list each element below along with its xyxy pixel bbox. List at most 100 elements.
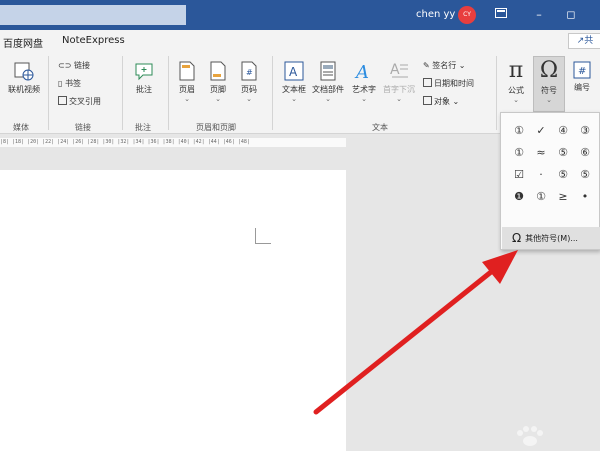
symbol-cell[interactable]: ☑ <box>509 165 529 185</box>
symbol-cell[interactable]: · <box>531 165 551 185</box>
symbol-cell[interactable]: ⑥ <box>575 143 595 163</box>
document-parts-button[interactable]: 文档部件 ⌄ <box>310 60 346 103</box>
ruler-ticks: |8| |18| |20| |22| |24| |26| |28| |30| |… <box>0 138 346 147</box>
tab-noteexpress[interactable]: NoteExpress <box>62 35 125 46</box>
bookmark-button[interactable]: ▯ 书签 <box>58 78 81 89</box>
symbol-cell[interactable]: ① <box>509 121 529 141</box>
avatar[interactable]: CY <box>458 6 476 24</box>
numbering-icon: # <box>573 61 591 79</box>
chevron-down-icon: ⌄ <box>215 95 221 103</box>
group-label-media: 媒体 <box>13 123 29 132</box>
cross-reference-label: 交叉引用 <box>69 97 101 106</box>
symbol-cell[interactable]: ⑤ <box>553 165 573 185</box>
symbol-label: 符号 <box>541 86 557 95</box>
numbering-label: 编号 <box>574 83 590 92</box>
chevron-down-icon: ⌄ <box>291 95 297 103</box>
svg-text:#: # <box>246 68 253 77</box>
textbox-icon: A <box>284 61 304 81</box>
symbol-cell[interactable]: ✓ <box>531 121 551 141</box>
svg-text:A: A <box>390 62 400 78</box>
more-symbols-menu-item[interactable]: Ω 其他符号(M)... <box>502 227 600 249</box>
header-button[interactable]: 页眉 ⌄ <box>174 60 200 103</box>
date-time-button[interactable]: 日期和时间 <box>423 78 474 89</box>
textbox-label: 文本框 <box>282 85 306 94</box>
minimize-button[interactable]: – <box>528 6 550 24</box>
chevron-down-icon: ⌄ <box>325 95 331 103</box>
symbol-cell[interactable]: ≥ <box>553 187 573 207</box>
more-symbols-label: 其他符号(M)... <box>525 234 578 243</box>
object-button[interactable]: 对象 ⌄ <box>423 96 459 107</box>
group-label-comments: 批注 <box>135 123 151 132</box>
chevron-down-icon: ⌄ <box>361 95 367 103</box>
ribbon-display-icon[interactable] <box>490 6 512 24</box>
bookmark-label: 书签 <box>64 79 81 88</box>
date-time-label: 日期和时间 <box>434 79 474 88</box>
signature-line-label: 签名行 <box>432 61 457 70</box>
wordart-button[interactable]: A 艺术字 ⌄ <box>348 60 380 103</box>
online-video-icon <box>14 62 34 81</box>
user-name[interactable]: chen yy <box>416 9 455 20</box>
numbering-button[interactable]: # 编号 <box>567 60 597 93</box>
divider <box>168 56 169 130</box>
footer-label: 页脚 <box>210 85 226 94</box>
drop-cap-button[interactable]: A 首字下沉 ⌄ <box>381 60 417 103</box>
tab-baidu-netdisk[interactable]: 百度网盘 <box>3 35 43 50</box>
link-button[interactable]: ⊂⊃ 链接 <box>58 60 90 71</box>
equation-button[interactable]: π 公式 ⌄ <box>502 58 530 104</box>
symbol-cell[interactable]: ③ <box>575 121 595 141</box>
wordart-label: 艺术字 <box>352 85 376 94</box>
bookmark-icon: ▯ <box>58 79 63 88</box>
link-icon: ⊂⊃ <box>58 61 72 70</box>
chevron-down-icon: ⌄ <box>546 96 552 104</box>
calendar-icon <box>423 78 432 87</box>
document-page[interactable] <box>0 170 346 451</box>
page-number-button[interactable]: # 页码 ⌄ <box>236 60 262 103</box>
symbol-button[interactable]: Ω 符号 ⌄ <box>534 58 564 104</box>
symbol-cell[interactable]: ① <box>509 143 529 163</box>
svg-text:#: # <box>578 66 586 77</box>
svg-text:A: A <box>354 62 369 82</box>
divider <box>496 56 497 130</box>
textbox-button[interactable]: A 文本框 ⌄ <box>278 60 310 103</box>
header-icon <box>179 61 195 81</box>
restore-button[interactable]: ◻ <box>560 6 582 24</box>
chevron-down-icon: ⌄ <box>452 97 460 106</box>
share-label: 共 <box>584 36 594 46</box>
share-button[interactable]: ↗共 <box>568 33 600 49</box>
symbol-cell[interactable]: ❶ <box>509 187 529 207</box>
symbol-cell[interactable]: ≈ <box>531 143 551 163</box>
group-label-links: 链接 <box>75 123 91 132</box>
drop-cap-label: 首字下沉 <box>383 85 415 94</box>
signature-icon: ✎ <box>423 61 430 70</box>
header-label: 页眉 <box>179 85 195 94</box>
comment-button[interactable]: 批注 <box>128 60 160 95</box>
omega-icon: Ω <box>512 231 522 245</box>
chevron-down-icon: ⌄ <box>513 96 519 104</box>
pi-icon: π <box>508 58 524 83</box>
chevron-down-icon: ⌄ <box>246 95 252 103</box>
symbol-cell[interactable]: • <box>575 187 595 207</box>
document-parts-label: 文档部件 <box>312 85 344 94</box>
margin-corner-mark <box>255 228 271 244</box>
chevron-down-icon: ⌄ <box>184 95 190 103</box>
online-video-button[interactable]: 联机视频 <box>4 60 44 95</box>
omega-icon: Ω <box>539 58 559 83</box>
cross-reference-button[interactable]: 交叉引用 <box>58 96 101 107</box>
symbol-cell[interactable]: ① <box>531 187 551 207</box>
page-number-label: 页码 <box>241 85 257 94</box>
symbol-cell[interactable]: ④ <box>553 121 573 141</box>
group-label-text: 文本 <box>372 123 388 132</box>
page-number-icon: # <box>241 61 257 81</box>
title-search-box[interactable] <box>0 5 186 25</box>
symbol-cell[interactable]: ⑤ <box>553 143 573 163</box>
signature-line-button[interactable]: ✎ 签名行 ⌄ <box>423 60 466 71</box>
wordart-icon: A <box>354 62 369 82</box>
symbol-cell[interactable]: ⑤ <box>575 165 595 185</box>
footer-button[interactable]: 页脚 ⌄ <box>205 60 231 103</box>
chevron-down-icon: ⌄ <box>458 61 466 70</box>
link-label: 链接 <box>73 61 90 70</box>
footer-icon <box>210 61 226 81</box>
comment-label: 批注 <box>136 85 152 94</box>
comment-icon <box>135 63 153 81</box>
svg-text:A: A <box>289 65 298 79</box>
